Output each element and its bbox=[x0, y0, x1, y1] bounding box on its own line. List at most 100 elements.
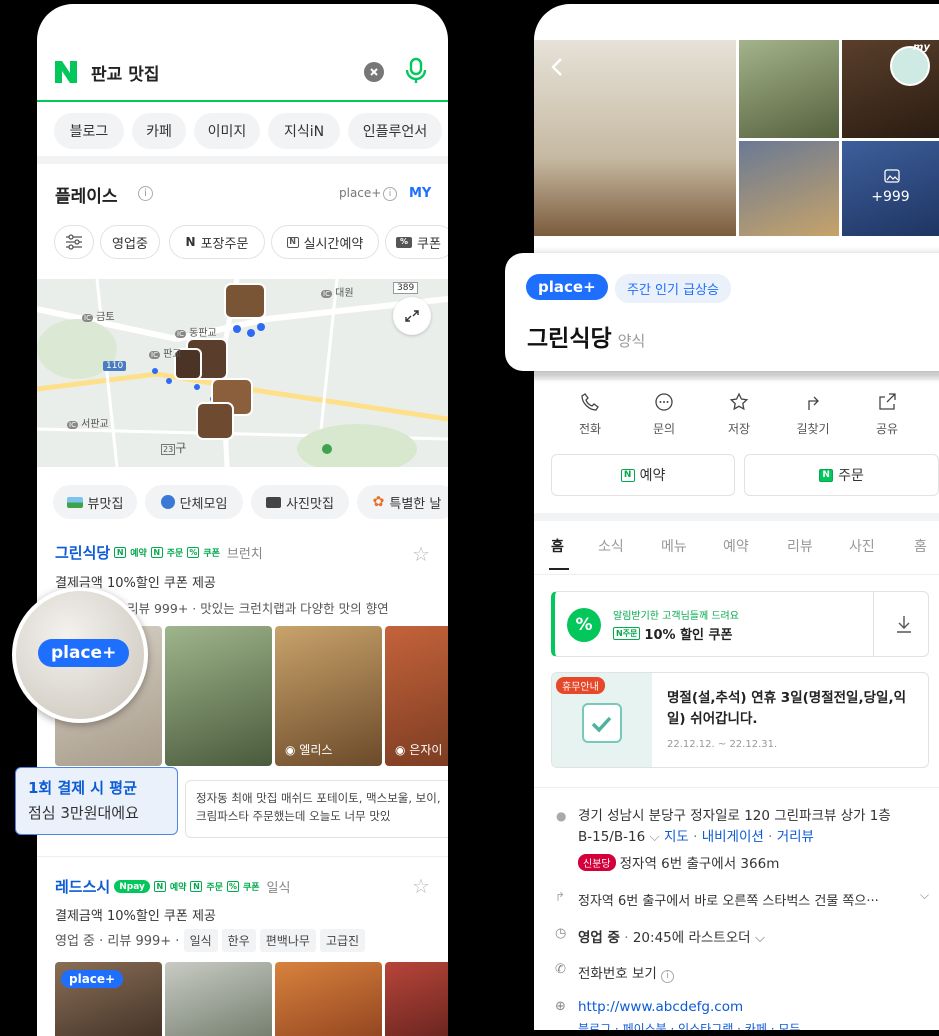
gallery-photo[interactable] bbox=[739, 40, 839, 138]
avatar[interactable]: my bbox=[890, 42, 930, 86]
tab-review[interactable]: 리뷰 bbox=[787, 536, 813, 556]
place-name[interactable]: 그린식당 bbox=[55, 542, 110, 563]
tab-influencer[interactable]: 인플루언서 bbox=[348, 113, 442, 149]
place-photo[interactable] bbox=[275, 962, 382, 1036]
search-underline bbox=[37, 100, 448, 102]
globe-icon: ⊕ bbox=[555, 999, 566, 1014]
sns-links[interactable]: 블로그 · 페이스북 · 인스타그램 · 카페 · 모두 bbox=[578, 1020, 800, 1030]
calendar-icon: N bbox=[286, 236, 299, 248]
star-icon[interactable]: ☆ bbox=[412, 874, 430, 898]
my-link[interactable]: MY bbox=[409, 186, 431, 201]
placeplus-badge: place+ bbox=[61, 970, 124, 988]
place-photo[interactable] bbox=[385, 962, 448, 1036]
reserve-button[interactable]: N 예약 bbox=[551, 454, 735, 496]
coupon-icon: % bbox=[226, 881, 239, 892]
tab-reservation[interactable]: 예약 bbox=[723, 536, 749, 556]
naver-logo-icon[interactable] bbox=[53, 59, 79, 85]
streetview-link[interactable]: 거리뷰 bbox=[777, 829, 814, 845]
order-button[interactable]: N 주문 bbox=[744, 454, 939, 496]
chat-icon bbox=[655, 393, 673, 411]
naver-n-icon: N bbox=[114, 547, 127, 558]
place-name[interactable]: 레드스시 bbox=[55, 876, 110, 897]
badge-label: 예약 bbox=[130, 549, 147, 559]
place-photo[interactable]: ◉ 은자이 bbox=[385, 626, 448, 766]
gallery-more[interactable]: +999 bbox=[842, 141, 939, 236]
trend-badge: 주간 인기 급상승 bbox=[615, 274, 731, 303]
tab-home-2[interactable]: 홈 bbox=[914, 536, 927, 556]
place-item-title[interactable]: 레드스시 Npay N 예약 N 주문 % 쿠폰 일식 bbox=[55, 876, 290, 897]
holiday-card[interactable]: 휴무안내 명절(설,추석) 연휴 3일(명절전일,당일,익일) 쉬어갑니다. 2… bbox=[551, 672, 929, 768]
phone-number[interactable]: 전화번호 보기 i bbox=[578, 962, 675, 983]
naver-n-icon: N bbox=[819, 468, 834, 482]
category-view[interactable]: 뷰맛집 bbox=[53, 485, 137, 519]
back-icon[interactable] bbox=[548, 56, 568, 78]
navigation-link[interactable]: 내비게이션 bbox=[702, 829, 764, 845]
microphone-icon[interactable] bbox=[404, 57, 428, 85]
tab-home[interactable]: 홈 bbox=[551, 536, 564, 556]
action-share[interactable]: 공유 bbox=[862, 392, 912, 437]
place-photo[interactable] bbox=[165, 962, 272, 1036]
clock-icon: ◷ bbox=[555, 926, 567, 941]
info-icon[interactable]: i bbox=[138, 186, 153, 201]
map-label: 23 구 bbox=[161, 441, 187, 455]
filter-settings-button[interactable] bbox=[54, 225, 94, 259]
naver-n-icon: N bbox=[620, 468, 635, 482]
place-photo[interactable] bbox=[165, 626, 272, 766]
website-link[interactable]: http://www.abcdefg.com bbox=[578, 999, 743, 1015]
tab-kin[interactable]: 지식iN bbox=[268, 113, 340, 149]
coupon-text: 결제금액 10%할인 쿠폰 제공 bbox=[55, 909, 216, 924]
action-inquiry[interactable]: 문의 bbox=[639, 392, 689, 437]
map-link[interactable]: 지도 bbox=[664, 829, 689, 845]
tab-photo[interactable]: 사진 bbox=[849, 536, 875, 556]
filter-reservation[interactable]: N 실시간예약 bbox=[271, 225, 379, 259]
action-save[interactable]: 저장 bbox=[714, 392, 764, 437]
naver-n-icon: N bbox=[153, 881, 166, 892]
filter-coupon[interactable]: % 쿠폰 bbox=[385, 225, 448, 259]
coupon-card[interactable]: % 알림받기한 고객님들께 드려요 N주문 10% 할인 쿠폰 bbox=[551, 591, 929, 657]
detail-phone: +999 my 전화 문의 저장 길찾기 공유 N 예약 N 주문 홈 소식 메뉴 … bbox=[534, 4, 939, 1030]
placeplus-badge: place+ bbox=[526, 274, 608, 300]
category-group[interactable]: 단체모임 bbox=[145, 485, 243, 519]
badge-label: 주문 bbox=[166, 549, 184, 559]
tab-menu[interactable]: 메뉴 bbox=[661, 536, 687, 556]
placeplus-label[interactable]: place+ bbox=[339, 186, 381, 200]
info-icon[interactable]: i bbox=[383, 187, 397, 201]
chevron-down-icon[interactable]: ⌵ bbox=[920, 888, 929, 903]
section-divider bbox=[534, 374, 939, 380]
category-special[interactable]: ✿ 특별한 날 bbox=[357, 485, 448, 519]
review-snippet[interactable]: 정자동 최애 맛집 매쉬드 포테이토, 맥스보울, 보이, 크림파스타 주문했는… bbox=[185, 780, 448, 838]
hours[interactable]: 영업 중 · 20:45에 라스트오더 ⌵ bbox=[578, 926, 765, 946]
download-icon[interactable] bbox=[895, 614, 913, 634]
divider bbox=[37, 856, 448, 857]
category-label: 단체모임 bbox=[179, 496, 228, 512]
category-photo[interactable]: 사진맛집 bbox=[251, 485, 349, 519]
gallery-photo[interactable] bbox=[739, 141, 839, 236]
placeplus-badge: place+ bbox=[38, 639, 130, 667]
direction-text[interactable]: 정자역 6번 출구에서 바로 오른쪽 스타벅스 건물 쪽으··· bbox=[578, 890, 918, 909]
action-call[interactable]: 전화 bbox=[565, 392, 615, 437]
tab-cafe[interactable]: 카페 bbox=[132, 113, 186, 149]
directions-icon: ↱ bbox=[555, 890, 566, 904]
button-label: 예약 bbox=[639, 468, 666, 484]
divider bbox=[534, 787, 939, 788]
filter-takeout[interactable]: N 포장주문 bbox=[169, 225, 265, 259]
star-icon[interactable]: ☆ bbox=[412, 542, 430, 566]
tab-image[interactable]: 이미지 bbox=[194, 113, 260, 149]
tab-news[interactable]: 소식 bbox=[598, 536, 624, 556]
place-category: 일식 bbox=[266, 881, 291, 896]
place-photo[interactable]: place+ bbox=[55, 962, 162, 1036]
road-sign: 389 bbox=[393, 282, 419, 294]
filter-open-now[interactable]: 영업중 bbox=[100, 225, 160, 259]
divider bbox=[873, 592, 874, 656]
action-directions[interactable]: 길찾기 bbox=[788, 392, 838, 437]
expand-map-button[interactable] bbox=[393, 297, 431, 335]
map-view[interactable]: IC 금토 IC 동판교 IC 판교 IC 대원 IC 서판교 23 구 389 … bbox=[37, 279, 448, 467]
action-label: 저장 bbox=[727, 422, 751, 436]
tab-blog[interactable]: 블로그 bbox=[54, 113, 124, 149]
places-title: 플레이스 bbox=[55, 187, 118, 207]
clear-icon[interactable] bbox=[364, 62, 384, 82]
share-icon bbox=[879, 393, 896, 410]
place-item-title[interactable]: 그린식당 N 예약 N 주문 % 쿠폰 브런치 bbox=[55, 542, 263, 563]
place-photo[interactable]: ◉ 엘리스 bbox=[275, 626, 382, 766]
search-input[interactable]: 판교 맛집 bbox=[91, 60, 159, 85]
